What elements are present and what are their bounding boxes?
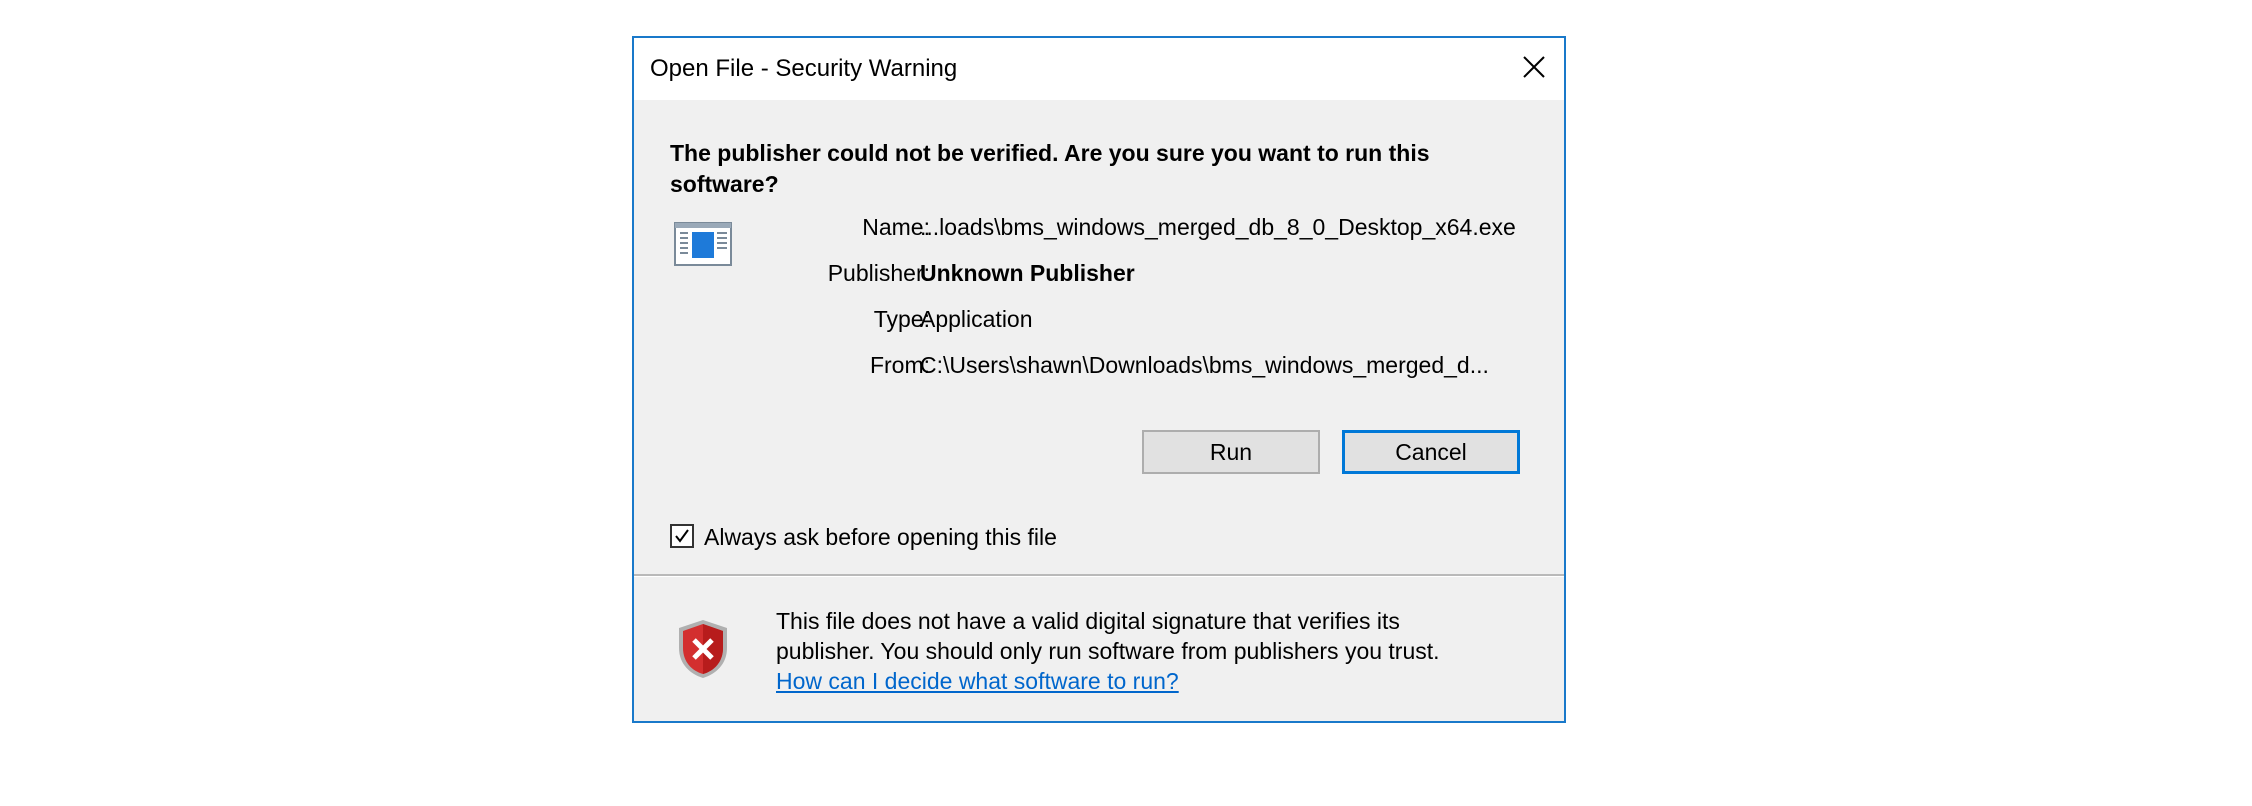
checkmark-icon: [675, 529, 689, 543]
info-row-publisher: Publisher: Unknown Publisher: [634, 258, 1564, 288]
title-bar: Open File - Security Warning: [634, 38, 1564, 100]
cancel-button[interactable]: Cancel: [1342, 430, 1520, 474]
name-label: Name:: [862, 214, 930, 240]
dialog-title: Open File - Security Warning: [650, 55, 958, 82]
always-ask-checkbox[interactable]: [670, 524, 694, 548]
info-row-type: Type: Application: [634, 304, 1564, 334]
from-label: From:: [869, 352, 930, 378]
close-icon: [1523, 56, 1545, 78]
warning-line-1: This file does not have a valid digital …: [776, 608, 1400, 634]
close-button[interactable]: [1510, 44, 1558, 90]
always-ask-label[interactable]: Always ask before opening this file: [704, 522, 1057, 552]
info-row-name: Name: ...loads\bms_windows_merged_db_8_0…: [634, 212, 1564, 242]
type-value: Application: [920, 306, 1033, 332]
run-button[interactable]: Run: [1142, 430, 1320, 474]
shield-error-icon: [679, 620, 727, 678]
divider-highlight: [634, 576, 1564, 577]
security-warning-dialog: Open File - Security Warning The publish…: [632, 36, 1566, 723]
info-row-from: From: C:\Users\shawn\Downloads\bms_windo…: [634, 350, 1564, 380]
publisher-label: Publisher:: [827, 260, 930, 286]
help-link[interactable]: How can I decide what software to run?: [776, 666, 1536, 696]
signature-warning: This file does not have a valid digital …: [776, 606, 1536, 696]
publisher-value: Unknown Publisher: [920, 260, 1135, 286]
from-value: C:\Users\shawn\Downloads\bms_windows_mer…: [920, 352, 1489, 378]
type-label: Type:: [873, 306, 930, 332]
warning-headline: The publisher could not be verified. Are…: [670, 140, 1430, 197]
name-value: ...loads\bms_windows_merged_db_8_0_Deskt…: [920, 214, 1516, 240]
warning-line-2: publisher. You should only run software …: [776, 638, 1440, 664]
